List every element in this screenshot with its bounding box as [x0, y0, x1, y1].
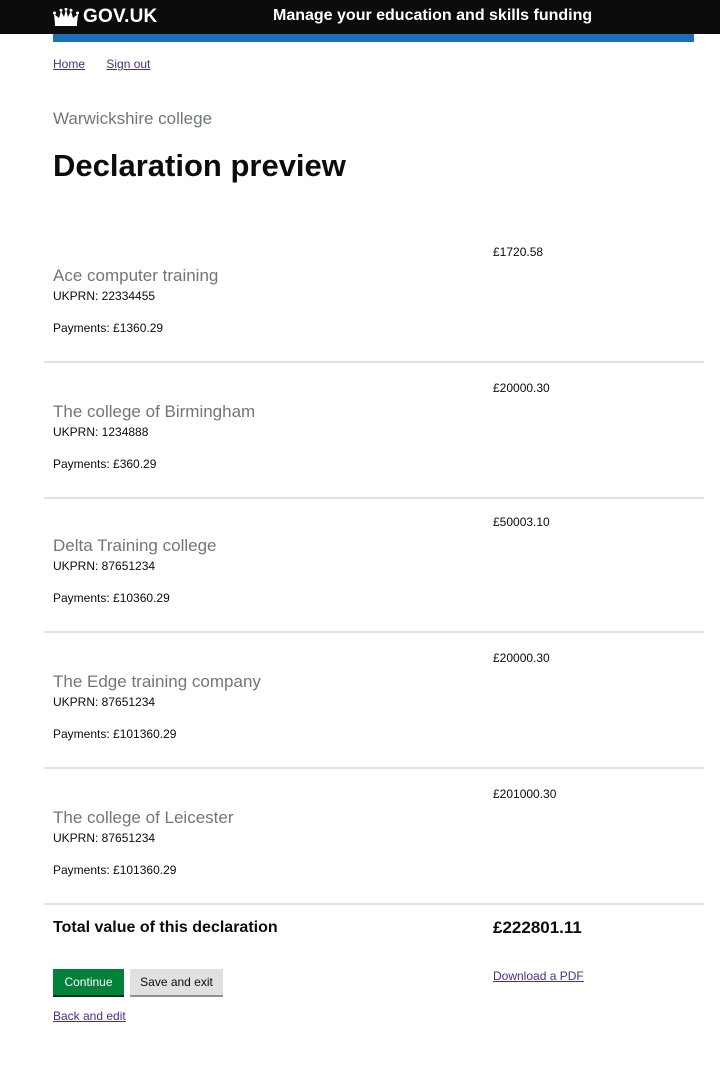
provider-name: The college of Leicester [53, 808, 234, 827]
provider-row: £50003.10 Delta Training college UKPRN: … [0, 508, 720, 644]
govuk-logo-text: GOV.UK [83, 6, 158, 27]
provider-payments: Payments: £101360.29 [53, 863, 177, 877]
provider-row: £201000.30 The college of Leicester UKPR… [0, 780, 720, 916]
provider-name: Delta Training college [53, 536, 217, 555]
row-divider [44, 497, 704, 499]
provider-name: The college of Birmingham [53, 402, 256, 421]
continue-button[interactable]: Continue [53, 969, 124, 995]
top-nav: Home Sign out [53, 57, 168, 71]
provider-row: £20000.30 The Edge training company UKPR… [0, 644, 720, 780]
row-divider [44, 631, 704, 633]
provider-ukprn: UKPRN: 1234888 [53, 425, 149, 439]
service-name[interactable]: Manage your education and skills funding [273, 7, 592, 25]
header-accent-bar [53, 34, 694, 42]
page-title: Declaration preview [53, 148, 346, 183]
row-divider [44, 361, 704, 363]
provider-amount: £50003.10 [493, 515, 550, 529]
provider-name: Ace computer training [53, 266, 219, 285]
row-divider [44, 767, 704, 769]
page-caption: Warwickshire college [53, 109, 213, 128]
provider-payments: Payments: £10360.29 [53, 591, 170, 605]
provider-ukprn: UKPRN: 22334455 [53, 289, 156, 303]
provider-name: The Edge training company [53, 672, 261, 691]
row-divider [44, 903, 704, 905]
total-value: £222801.11 [493, 918, 582, 937]
provider-ukprn: UKPRN: 87651234 [53, 831, 156, 845]
govuk-logo-link[interactable]: GOV.UK [53, 6, 157, 28]
provider-amount: £201000.30 [493, 787, 557, 801]
provider-ukprn: UKPRN: 87651234 [53, 695, 156, 709]
provider-payments: Payments: £360.29 [53, 457, 157, 471]
provider-row: £1720.58 Ace computer training UKPRN: 22… [0, 238, 720, 374]
sign-out-link[interactable]: Sign out [106, 57, 150, 71]
provider-ukprn: UKPRN: 87651234 [53, 559, 156, 573]
total-label: Total value of this declaration [53, 919, 278, 936]
site-header: GOV.UK Manage your education and skills … [0, 0, 720, 34]
provider-payments: Payments: £101360.29 [53, 727, 177, 741]
download-pdf-link[interactable]: Download a PDF [493, 969, 584, 983]
provider-amount: £20000.30 [493, 651, 550, 665]
crown-icon [53, 8, 79, 26]
provider-row: £20000.30 The college of Birmingham UKPR… [0, 374, 720, 510]
home-link[interactable]: Home [53, 57, 85, 71]
provider-payments: Payments: £1360.29 [53, 321, 164, 335]
provider-amount: £20000.30 [493, 381, 550, 395]
back-and-edit-link[interactable]: Back and edit [53, 1009, 126, 1023]
provider-amount: £1720.58 [493, 245, 544, 259]
save-and-exit-button[interactable]: Save and exit [130, 969, 223, 995]
